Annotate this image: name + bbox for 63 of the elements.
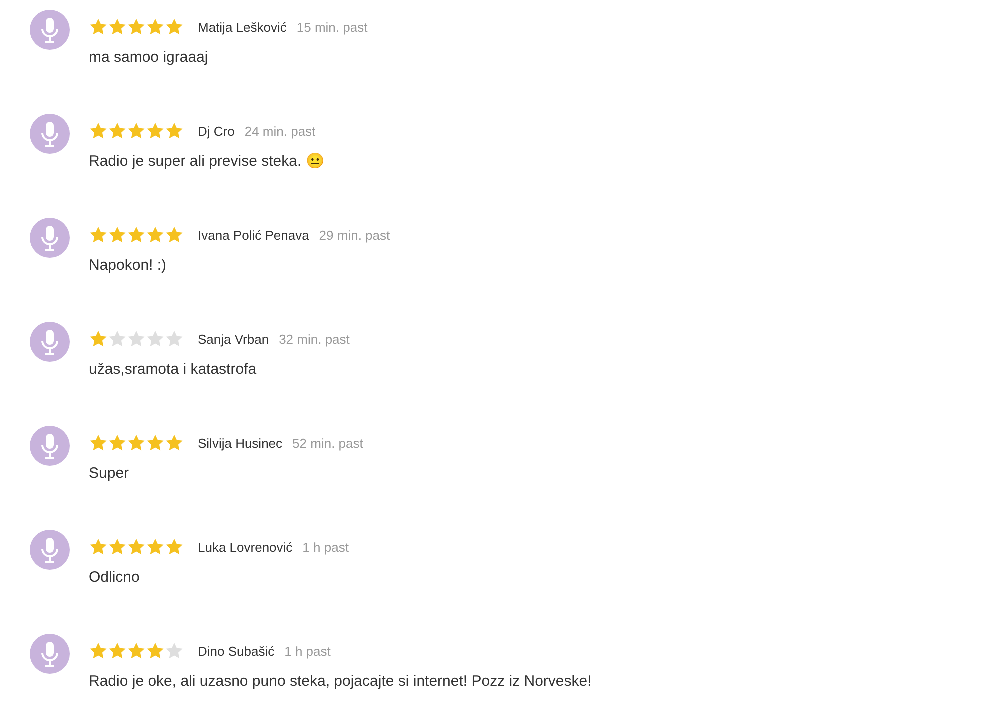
author-name: Sanja Vrban	[198, 331, 270, 349]
star-icon	[127, 330, 146, 350]
author-name: Dj Cro	[198, 123, 235, 141]
star-icon	[108, 642, 127, 662]
review-text: užas,sramota i katastrofa	[89, 360, 258, 380]
author-name: Ivana Polić Penava	[198, 227, 310, 245]
star-icon	[165, 226, 184, 246]
author-name: Dino Subašić	[198, 643, 275, 661]
star-icon	[108, 538, 127, 558]
star-icon	[165, 122, 184, 142]
star-icon	[127, 434, 146, 454]
star-icon	[127, 226, 146, 246]
star-icon	[165, 434, 184, 454]
star-icon	[146, 122, 165, 142]
star-icon	[89, 18, 108, 38]
microphone-avatar-icon	[30, 218, 70, 258]
star-icon	[146, 434, 165, 454]
star-icon	[108, 18, 127, 38]
author-name: Matija Lešković	[198, 19, 287, 37]
star-icon	[127, 642, 146, 662]
star-icon	[108, 434, 127, 454]
microphone-avatar-icon	[30, 426, 70, 466]
microphone-avatar-icon	[30, 530, 70, 570]
star-icon	[89, 538, 108, 558]
star-icon	[89, 642, 108, 662]
star-icon	[89, 434, 108, 454]
star-icon	[165, 538, 184, 558]
star-icon	[146, 538, 165, 558]
microphone-avatar-icon	[30, 114, 70, 154]
review-time: 1 h past	[284, 643, 331, 661]
star-icon	[108, 330, 127, 350]
star-icon	[127, 18, 146, 38]
microphone-avatar-icon	[30, 10, 70, 50]
star-icon	[165, 642, 184, 662]
star-icon	[165, 330, 184, 350]
star-icon	[146, 330, 165, 350]
review-time: 24 min. past	[244, 123, 316, 141]
review-time: 32 min. past	[279, 331, 350, 349]
star-icon	[127, 122, 146, 142]
review-text: ma samoo igraaaj	[89, 48, 210, 68]
star-icon	[146, 226, 165, 246]
review-text: Napokon! :)	[89, 256, 168, 276]
review-text: Radio je super ali previse steka. 😐	[89, 152, 325, 172]
star-icon	[165, 18, 184, 38]
review-text: Radio je oke, ali uzasno puno steka, pojacajte si internet! Pozz iz Norveske!	[89, 672, 592, 692]
review-text: Super	[89, 464, 130, 484]
author-name: Silvija Husinec	[198, 435, 283, 453]
star-icon	[89, 226, 108, 246]
star-icon	[146, 642, 165, 662]
review-time: 29 min. past	[319, 227, 390, 245]
star-icon	[108, 122, 127, 142]
star-icon	[89, 330, 108, 350]
review-time: 15 min. past	[296, 19, 368, 37]
microphone-avatar-icon	[30, 322, 70, 362]
star-icon	[89, 122, 108, 142]
microphone-avatar-icon	[30, 634, 70, 674]
star-icon	[108, 226, 127, 246]
star-icon	[146, 18, 165, 38]
author-name: Luka Lovrenović	[198, 539, 293, 557]
review-text: Odlicno	[89, 568, 141, 588]
review-time: 1 h past	[302, 539, 349, 557]
star-icon	[127, 538, 146, 558]
review-time: 52 min. past	[292, 435, 364, 453]
